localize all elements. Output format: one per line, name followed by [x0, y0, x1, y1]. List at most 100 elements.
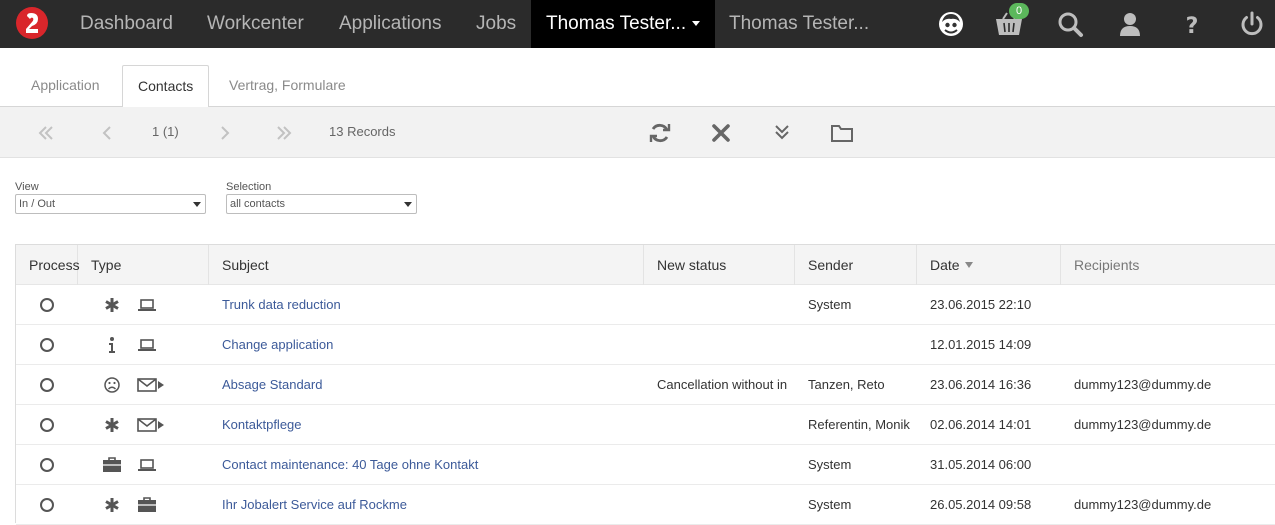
column-date[interactable]: Date	[917, 245, 1061, 285]
column-type[interactable]: Type	[78, 245, 209, 285]
prev-page-icon[interactable]	[96, 121, 120, 145]
row-sender: Tanzen, Reto	[808, 377, 885, 392]
process-radio[interactable]	[40, 418, 54, 432]
chevron-down-icon	[692, 21, 701, 27]
row-sender: System	[808, 457, 852, 472]
laptop-icon	[138, 459, 156, 471]
row-recipients	[1074, 445, 1274, 485]
row-recipients	[1074, 285, 1274, 325]
sort-descending-icon	[964, 262, 973, 268]
pagination-toolbar: 1 (1) 13 Records	[0, 107, 1275, 158]
tab-bar: Application Contacts Vertrag, Formulare	[0, 48, 1275, 108]
row-date: 02.06.2014 14:01	[930, 417, 1032, 432]
svg-text:?: ?	[1186, 14, 1199, 38]
table-row[interactable]: Trunk data reduction System 23.06.2015 2…	[16, 285, 1275, 325]
row-sender: System	[808, 297, 852, 312]
selection-select[interactable]: all contacts	[226, 194, 417, 214]
mail-out-icon	[137, 378, 164, 392]
nav-workcenter[interactable]: Workcenter	[207, 0, 304, 48]
process-radio[interactable]	[40, 298, 54, 312]
table-row[interactable]: Ihr Jobalert Service auf Rockme System 2…	[16, 485, 1275, 525]
nav-dashboard[interactable]: Dashboard	[80, 0, 173, 48]
avatar-icon[interactable]	[937, 10, 965, 38]
table-row[interactable]: Contact maintenance: 40 Tage ohne Kontak…	[16, 445, 1275, 485]
row-sender: Referentin, Monik	[808, 417, 910, 432]
power-icon[interactable]	[1238, 10, 1266, 38]
contacts-grid: Process Type Subject New status Sender D…	[15, 244, 1275, 525]
view-select-value: In / Out	[19, 198, 56, 210]
user-icon[interactable]	[1116, 10, 1144, 38]
table-row[interactable]: Absage Standard Cancellation without in …	[16, 365, 1275, 405]
cart-count-badge: 0	[1009, 3, 1029, 19]
grid-header: Process Type Subject New status Sender D…	[16, 245, 1275, 285]
process-radio[interactable]	[40, 338, 54, 352]
row-sender: System	[808, 497, 852, 512]
row-new-status	[657, 285, 795, 325]
nav-active-user-menu[interactable]: Thomas Tester...	[531, 0, 716, 48]
expand-icon[interactable]	[770, 121, 794, 145]
row-new-status	[657, 405, 795, 445]
folder-icon[interactable]	[830, 121, 854, 145]
search-icon[interactable]	[1056, 10, 1084, 38]
selection-label: Selection	[226, 181, 272, 193]
chevron-down-icon	[193, 202, 201, 207]
row-date: 26.05.2014 09:58	[930, 497, 1032, 512]
mail-out-icon	[137, 418, 164, 432]
last-page-icon[interactable]	[272, 121, 296, 145]
active-user-label: Thomas Tester...	[546, 13, 687, 34]
row-date: 23.06.2015 22:10	[930, 297, 1032, 312]
row-subject[interactable]: Change application	[222, 325, 642, 365]
process-radio[interactable]	[40, 378, 54, 392]
selection-select-value: all contacts	[230, 198, 286, 210]
row-subject[interactable]: Trunk data reduction	[222, 285, 642, 325]
asterisk-icon	[105, 298, 119, 312]
row-recipients: dummy123@dummy.de	[1074, 417, 1212, 432]
column-process[interactable]: Process	[16, 245, 80, 285]
row-subject[interactable]: Contact maintenance: 40 Tage ohne Kontak…	[222, 445, 642, 485]
row-subject[interactable]: Ihr Jobalert Service auf Rockme	[222, 485, 642, 525]
tab-vertrag-formulare[interactable]: Vertrag, Formulare	[214, 65, 361, 107]
sad-face-icon	[104, 377, 120, 393]
row-new-status	[657, 485, 795, 525]
row-recipients: dummy123@dummy.de	[1074, 497, 1212, 512]
view-select[interactable]: In / Out	[15, 194, 206, 214]
laptop-icon	[138, 299, 156, 311]
column-date-label: Date	[930, 257, 960, 273]
row-subject[interactable]: Absage Standard	[222, 365, 642, 405]
process-radio[interactable]	[40, 498, 54, 512]
column-subject[interactable]: Subject	[209, 245, 644, 285]
first-page-icon[interactable]	[34, 121, 58, 145]
row-new-status: Cancellation without in	[657, 377, 788, 392]
chevron-down-icon	[404, 202, 412, 207]
nav-applications[interactable]: Applications	[339, 0, 441, 48]
top-navigation-bar: Dashboard Workcenter Applications Jobs T…	[0, 0, 1275, 48]
briefcase-icon	[138, 497, 156, 512]
table-row[interactable]: Kontaktpflege Referentin, Monik 02.06.20…	[16, 405, 1275, 445]
row-recipients	[1074, 325, 1274, 365]
table-row[interactable]: Change application 12.01.2015 14:09	[16, 325, 1275, 365]
nav-user-secondary[interactable]: Thomas Tester...	[729, 0, 869, 48]
asterisk-icon	[105, 498, 119, 512]
briefcase-icon	[103, 457, 121, 472]
tab-application[interactable]: Application	[16, 65, 115, 107]
laptop-icon	[138, 339, 156, 351]
refresh-icon[interactable]	[648, 121, 672, 145]
column-recipients[interactable]: Recipients	[1061, 245, 1275, 285]
brand-logo[interactable]	[16, 7, 48, 39]
nav-jobs[interactable]: Jobs	[476, 0, 516, 48]
clear-icon[interactable]	[709, 121, 733, 145]
row-sender	[808, 325, 916, 365]
asterisk-icon	[105, 418, 119, 432]
row-recipients: dummy123@dummy.de	[1074, 377, 1212, 392]
column-sender[interactable]: Sender	[795, 245, 917, 285]
page-indicator: 1 (1)	[152, 124, 179, 139]
next-page-icon[interactable]	[212, 121, 236, 145]
help-icon[interactable]: ?	[1178, 10, 1206, 38]
row-subject[interactable]: Kontaktpflege	[222, 405, 642, 445]
column-new-status[interactable]: New status	[644, 245, 795, 285]
row-date: 23.06.2014 16:36	[930, 377, 1032, 392]
process-radio[interactable]	[40, 458, 54, 472]
tab-contacts[interactable]: Contacts	[122, 65, 210, 108]
info-icon	[109, 337, 115, 353]
view-label: View	[15, 181, 39, 193]
